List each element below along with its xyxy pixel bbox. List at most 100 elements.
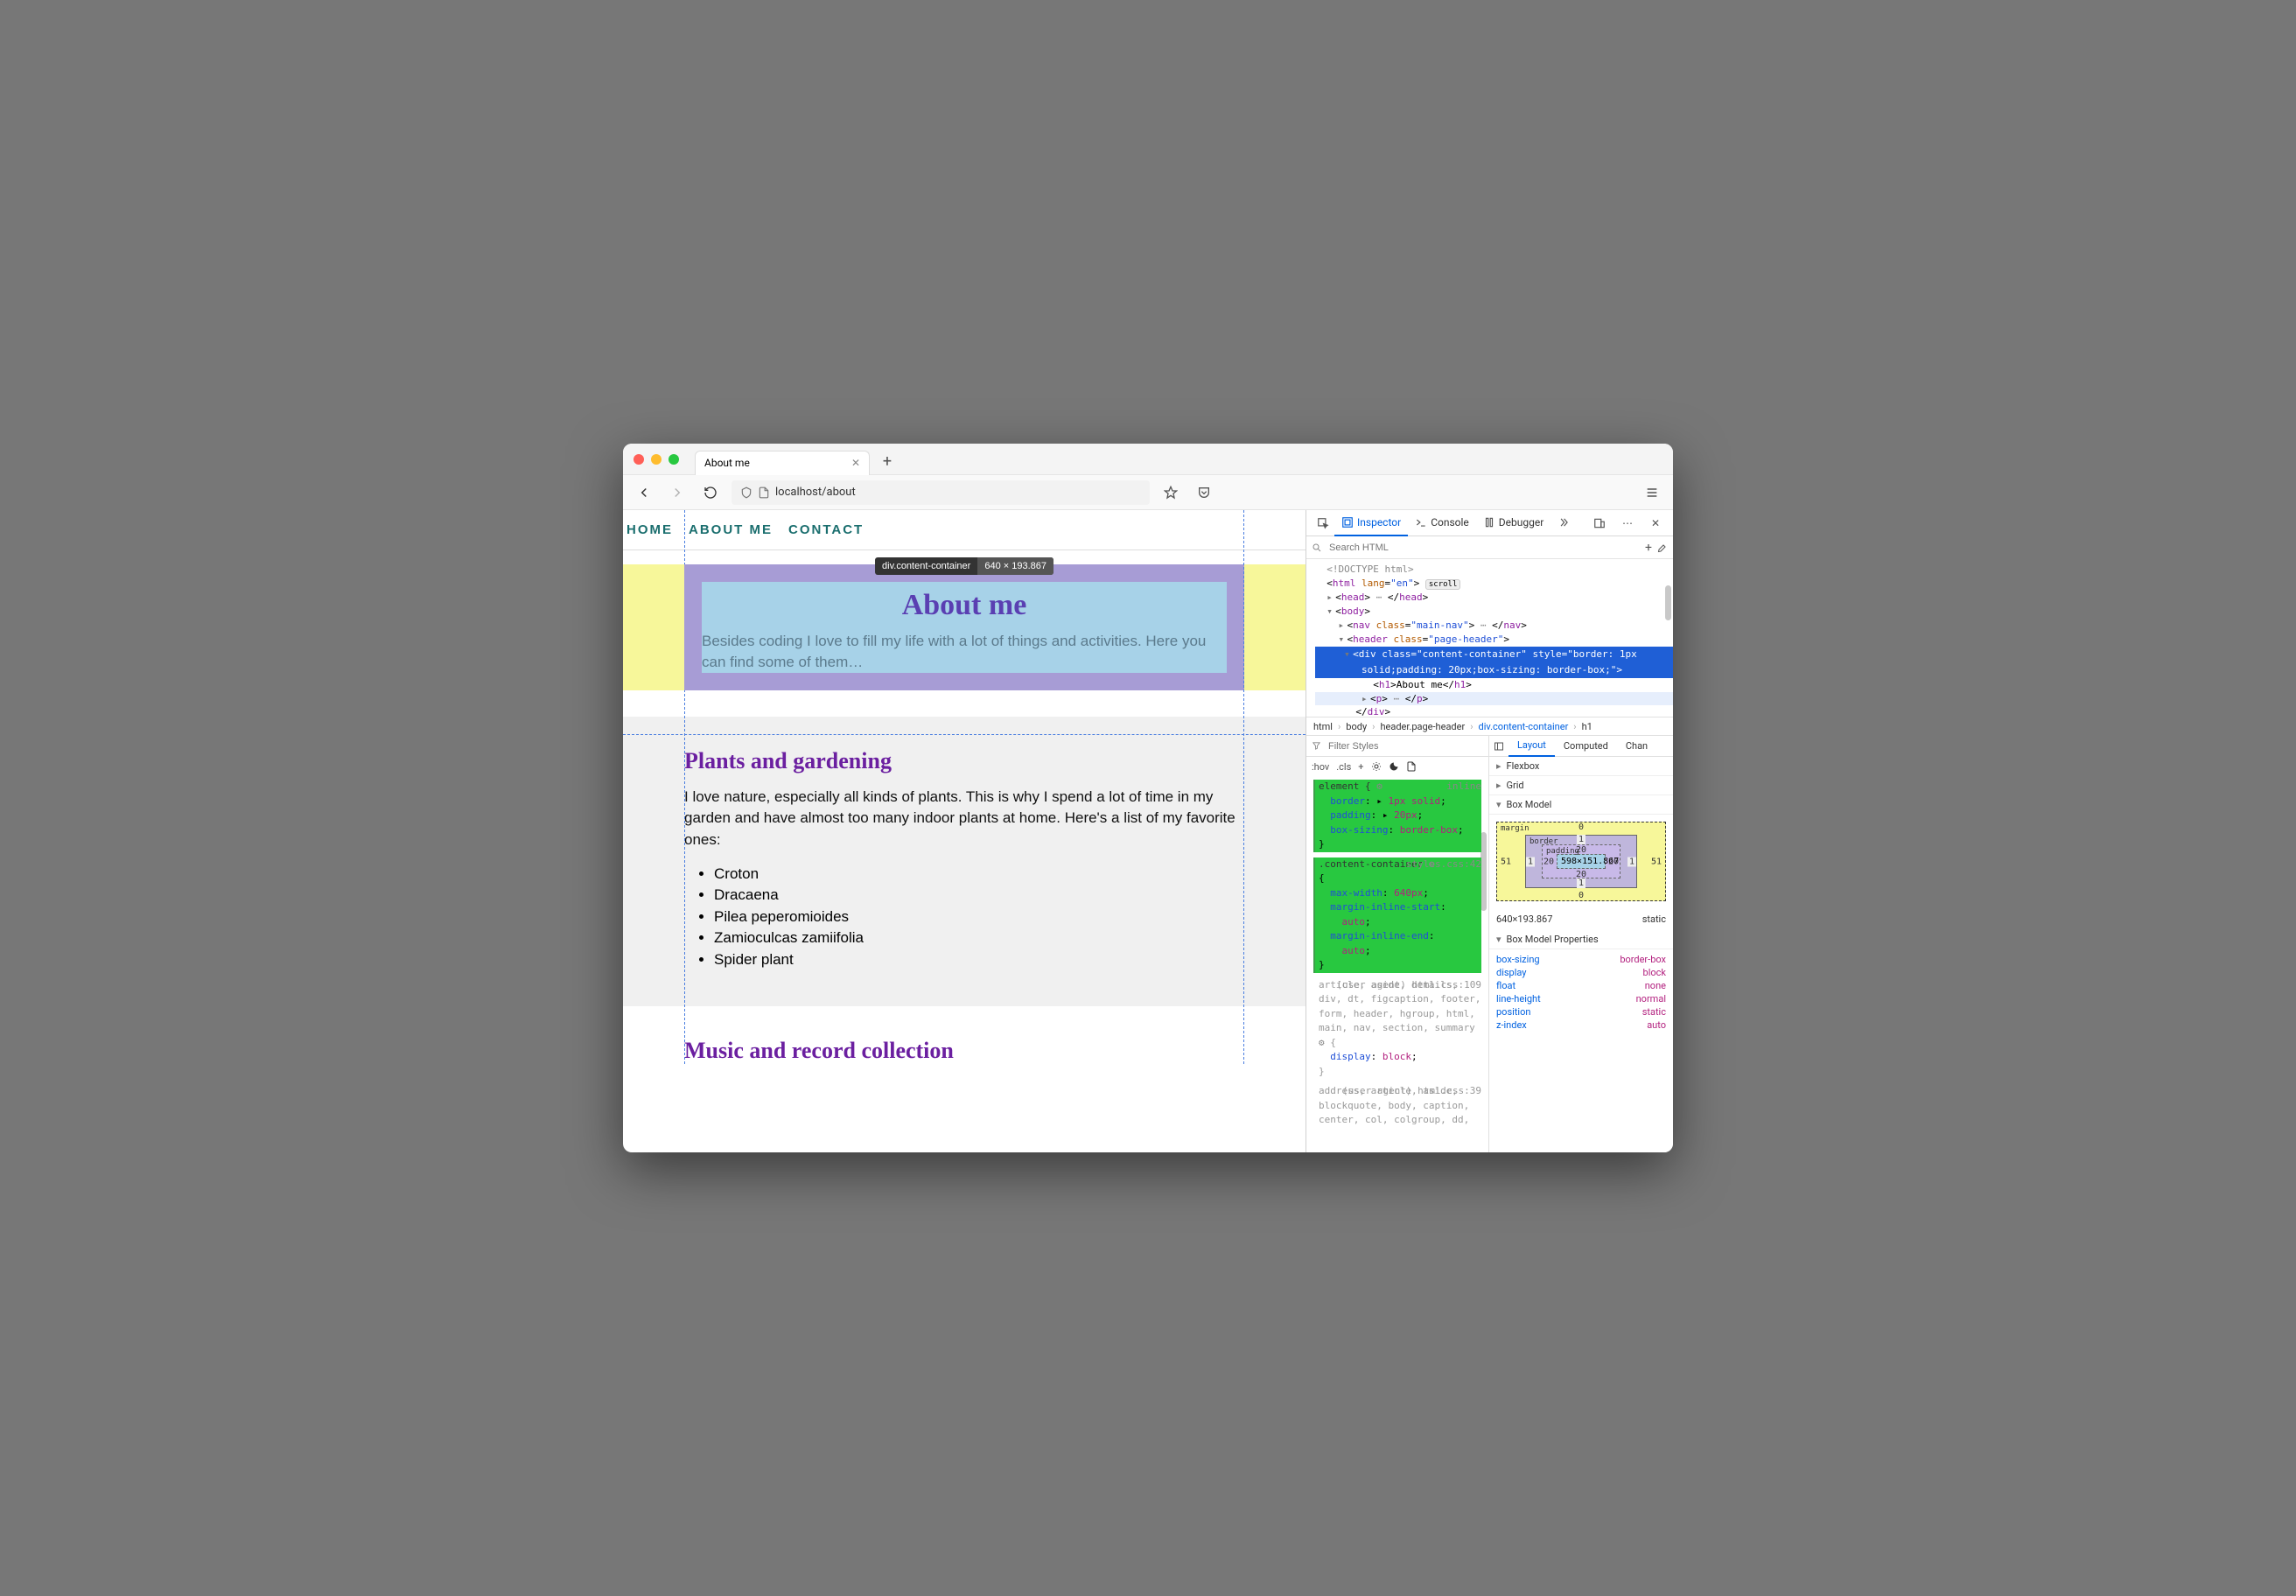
breadcrumb[interactable]: h1 xyxy=(1582,721,1592,732)
eyedropper-icon[interactable] xyxy=(1657,542,1668,553)
dark-scheme-icon[interactable] xyxy=(1389,761,1399,772)
bookmark-button[interactable] xyxy=(1158,480,1183,505)
devtools-panel: Inspector Console Debugger ⋯ xyxy=(1306,510,1673,1152)
tab-layout[interactable]: Layout xyxy=(1508,736,1555,757)
dom-node[interactable]: </div> xyxy=(1315,705,1673,717)
dom-node[interactable]: <!DOCTYPE html> xyxy=(1315,563,1673,577)
scrollbar[interactable] xyxy=(1665,585,1671,620)
url-text: localhost/about xyxy=(775,486,856,499)
breadcrumb[interactable]: div.content-container xyxy=(1479,721,1569,732)
dom-node-selected[interactable]: solid;padding: 20px;box-sizing: border-b… xyxy=(1315,662,1673,678)
tab-overflow[interactable] xyxy=(1550,510,1577,536)
section-music: Music and record collection xyxy=(623,1006,1306,1064)
page-viewport[interactable]: HOME ABOUT ME CONTACT div.content-contai… xyxy=(623,510,1306,1152)
url-bar: localhost/about xyxy=(623,475,1673,510)
breadcrumb[interactable]: body xyxy=(1346,721,1367,732)
shield-icon xyxy=(740,486,752,499)
dom-search-input[interactable] xyxy=(1327,542,1640,554)
highlight-content-container: div.content-container 640 × 193.867 Abou… xyxy=(684,564,1244,690)
highlight-margin: div.content-container 640 × 193.867 Abou… xyxy=(623,564,1306,690)
prop-row[interactable]: line-heightnormal xyxy=(1496,992,1666,1005)
tab-inspector[interactable]: Inspector xyxy=(1334,510,1408,536)
layout-sidebar-icon[interactable] xyxy=(1489,734,1508,759)
maximize-window-button[interactable] xyxy=(668,454,679,465)
nav-about[interactable]: ABOUT ME xyxy=(689,522,773,537)
close-tab-icon[interactable]: ✕ xyxy=(851,457,860,469)
dom-search: + xyxy=(1306,536,1673,559)
accordion-flexbox[interactable]: ▸Flexbox xyxy=(1489,757,1673,776)
dom-tree[interactable]: <!DOCTYPE html> <html lang="en"> scroll … xyxy=(1306,559,1673,717)
pocket-button[interactable] xyxy=(1192,480,1216,505)
close-window-button[interactable] xyxy=(634,454,644,465)
accordion-boxmodel[interactable]: ▾Box Model xyxy=(1489,795,1673,815)
nav-contact[interactable]: CONTACT xyxy=(788,522,864,537)
section-plants-title: Plants and gardening xyxy=(684,748,1244,774)
rule-content-container[interactable]: styles.css:42 .content-container ⚙{ max-… xyxy=(1313,858,1481,973)
dom-node[interactable]: ▸<head> ⋯ </head> xyxy=(1315,591,1673,605)
page-content: HOME ABOUT ME CONTACT div.content-contai… xyxy=(623,510,1306,1064)
scrollbar[interactable] xyxy=(1480,832,1487,911)
styles-toolbar: :hov .cls + xyxy=(1306,757,1488,776)
dom-node[interactable]: ▸<p> ⋯ </p> xyxy=(1315,692,1673,706)
back-button[interactable] xyxy=(632,480,656,505)
devtools-menu-button[interactable]: ⋯ xyxy=(1615,511,1640,536)
dom-breadcrumbs: html› body› header.page-header› div.cont… xyxy=(1306,717,1673,736)
box-model-content[interactable]: 598×151.867 xyxy=(1557,854,1606,869)
dom-node[interactable]: ▾<body> xyxy=(1315,605,1673,619)
rule-user-agent-2[interactable]: (user agent) html.css:39 address, articl… xyxy=(1313,1084,1481,1128)
devtools-lower: :hov .cls + inline element { ⚙ border: ▸… xyxy=(1306,736,1673,1152)
inspector-tooltip: div.content-container 640 × 193.867 xyxy=(875,557,1054,575)
print-media-icon[interactable] xyxy=(1406,761,1417,772)
rule-user-agent[interactable]: (user agent) html.css:109 article, aside… xyxy=(1313,978,1481,1080)
tab-console[interactable]: Console xyxy=(1408,510,1476,536)
site-nav: HOME ABOUT ME CONTACT xyxy=(623,510,1306,550)
main-split: HOME ABOUT ME CONTACT div.content-contai… xyxy=(623,510,1673,1152)
add-node-button[interactable]: + xyxy=(1645,541,1652,555)
search-icon xyxy=(1312,542,1322,553)
box-model-diagram[interactable]: margin 0 0 51 51 border 1 1 1 xyxy=(1489,815,1673,908)
reload-button[interactable] xyxy=(698,480,723,505)
tab-debugger[interactable]: Debugger xyxy=(1476,510,1551,536)
prop-row[interactable]: z-indexauto xyxy=(1496,1018,1666,1032)
page-title: About me xyxy=(702,589,1227,622)
rule-element[interactable]: inline element { ⚙ border: ▸ 1px solid; … xyxy=(1313,780,1481,852)
forward-button[interactable] xyxy=(665,480,690,505)
tooltip-selector: div.content-container xyxy=(875,557,977,575)
pseudo-hov-button[interactable]: :hov xyxy=(1312,761,1329,773)
breadcrumb[interactable]: html xyxy=(1313,721,1333,732)
pick-element-button[interactable] xyxy=(1312,511,1334,536)
menu-button[interactable] xyxy=(1640,480,1664,505)
cls-button[interactable]: .cls xyxy=(1336,761,1351,773)
new-tab-button[interactable]: + xyxy=(877,452,898,472)
devtools-close-button[interactable]: ✕ xyxy=(1643,511,1668,536)
prop-row[interactable]: positionstatic xyxy=(1496,1005,1666,1018)
dom-node[interactable]: ▸<nav class="main-nav"> ⋯ </nav> xyxy=(1315,619,1673,633)
tooltip-dimensions: 640 × 193.867 xyxy=(977,557,1054,575)
breadcrumb[interactable]: header.page-header xyxy=(1380,721,1465,732)
layout-body[interactable]: ▸Flexbox ▸Grid ▾Box Model margin 0 0 51 … xyxy=(1489,757,1673,1152)
prop-row[interactable]: displayblock xyxy=(1496,966,1666,979)
page-icon xyxy=(758,486,770,499)
prop-row[interactable]: floatnone xyxy=(1496,979,1666,992)
dom-node[interactable]: <html lang="en"> scroll xyxy=(1315,577,1673,591)
light-scheme-icon[interactable] xyxy=(1371,761,1382,772)
dom-node[interactable]: ▾<header class="page-header"> xyxy=(1315,633,1673,647)
responsive-mode-button[interactable] xyxy=(1587,511,1612,536)
filter-icon xyxy=(1312,741,1321,751)
page-subtitle: Besides coding I love to fill my life wi… xyxy=(702,631,1227,673)
add-rule-button[interactable]: + xyxy=(1358,761,1363,773)
accordion-boxmodel-props[interactable]: ▾Box Model Properties xyxy=(1489,930,1673,949)
styles-rules[interactable]: inline element { ⚙ border: ▸ 1px solid; … xyxy=(1306,776,1488,1152)
address-bar[interactable]: localhost/about xyxy=(732,480,1150,505)
dom-node-selected[interactable]: ▾<div class="content-container" style="b… xyxy=(1315,647,1673,662)
prop-row[interactable]: box-sizingborder-box xyxy=(1496,953,1666,966)
styles-filter-input[interactable] xyxy=(1326,740,1483,752)
tab-title: About me xyxy=(704,457,750,469)
tab-changes[interactable]: Chan xyxy=(1617,736,1656,757)
minimize-window-button[interactable] xyxy=(651,454,662,465)
tab-computed[interactable]: Computed xyxy=(1555,736,1617,757)
dom-node[interactable]: <h1>About me</h1> xyxy=(1315,678,1673,692)
browser-tab[interactable]: About me ✕ xyxy=(695,451,870,475)
accordion-grid[interactable]: ▸Grid xyxy=(1489,776,1673,795)
nav-home[interactable]: HOME xyxy=(626,522,673,537)
